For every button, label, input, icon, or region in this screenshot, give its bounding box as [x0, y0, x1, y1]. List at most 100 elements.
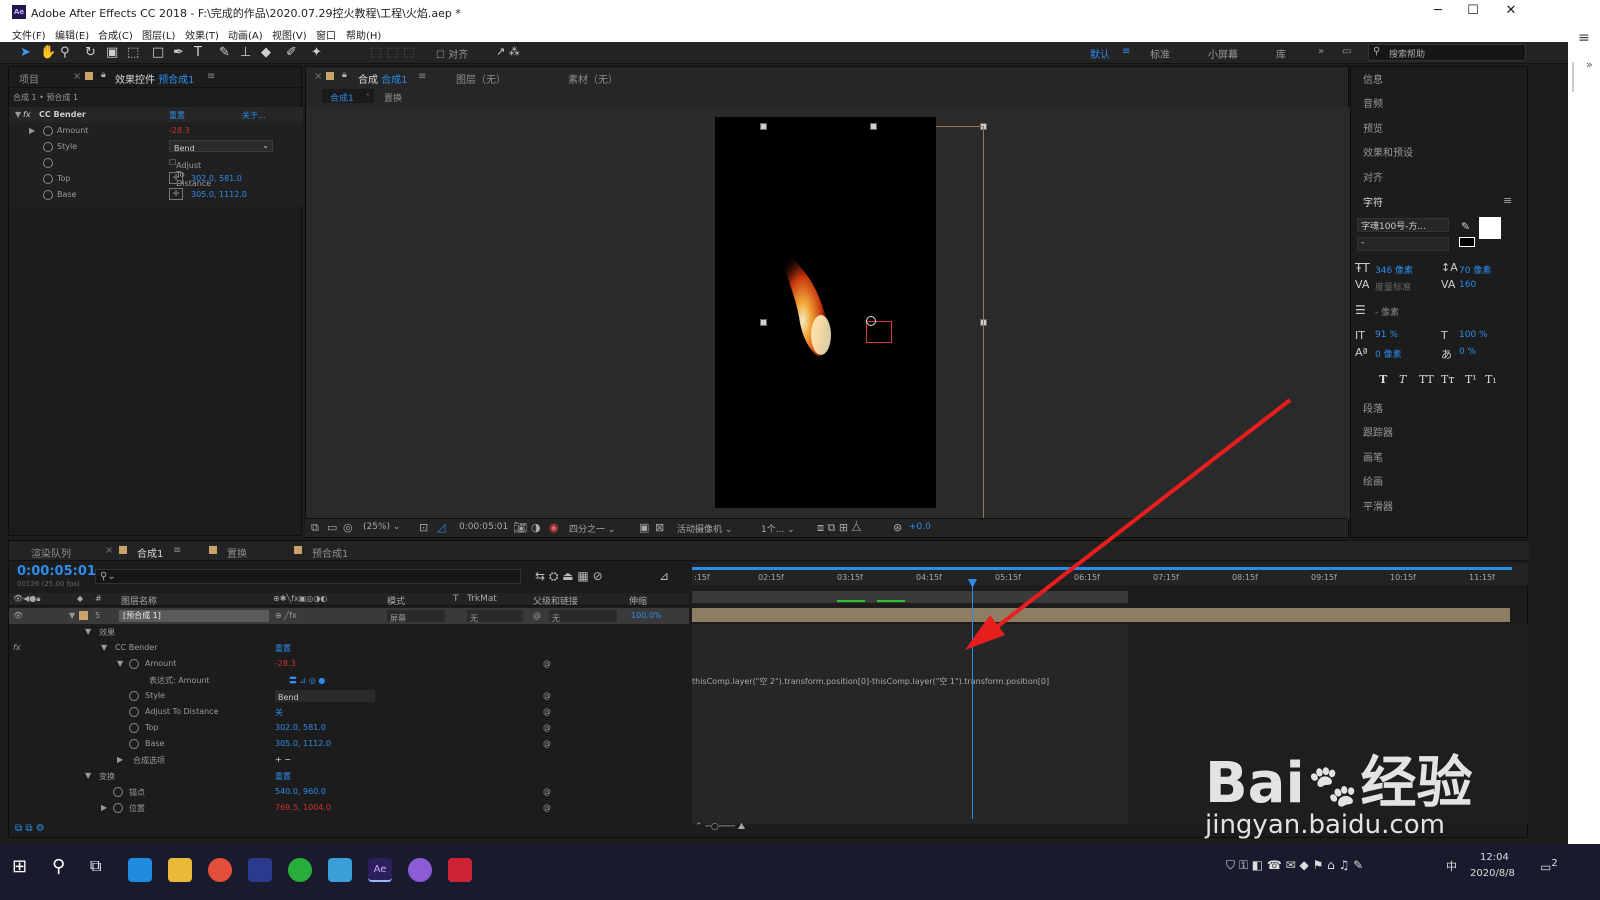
stopwatch-icon[interactable] [43, 142, 53, 152]
property-value-amount[interactable]: -28.3 [169, 126, 190, 135]
app-icon[interactable] [248, 858, 272, 882]
panel-brush[interactable]: 画笔 [1363, 449, 1383, 464]
tab-replace[interactable]: 置换 [227, 545, 247, 560]
panel-paragraph[interactable]: 段落 [1363, 400, 1383, 415]
property-value-top[interactable]: 302.0, 581.0 [191, 174, 242, 183]
layer-search-input[interactable]: ⚲⌄ [95, 569, 521, 584]
crosshair-icon[interactable]: ✛ [169, 188, 183, 200]
composition-canvas[interactable] [715, 117, 936, 508]
region-icon[interactable]: ◿ [437, 521, 445, 534]
panel-preview[interactable]: 预览 [1363, 120, 1383, 135]
tab-close-icon[interactable]: × [73, 71, 81, 82]
expand-arrow-icon[interactable]: ▶ [29, 126, 35, 135]
timeline-bottom-icons[interactable]: ⧉ ⧉ ⚙ [15, 823, 45, 834]
menu-window[interactable]: 窗口 [316, 27, 336, 42]
menu-edit[interactable]: 编辑(E) [55, 27, 89, 42]
adjust-value[interactable]: 关 [275, 707, 283, 718]
menu-effect[interactable]: 效果(T) [185, 27, 219, 42]
expand-arrow-icon[interactable]: ▼ [85, 771, 91, 780]
expand-arrow-icon[interactable]: ▶ [117, 755, 123, 764]
exposure-icon[interactable]: ⊛ [893, 521, 902, 534]
timeline-switches-icons[interactable]: ⇆ ⛭ ⏏ ▦ ⊘ [535, 569, 603, 584]
menu-composition[interactable]: 合成(C) [98, 27, 133, 42]
workspace-default[interactable]: 默认 [1090, 46, 1110, 61]
style-dropdown[interactable]: Bend [275, 690, 375, 702]
layer-name[interactable]: [预合成 1] [119, 610, 269, 622]
col-stretch[interactable]: 伸缩 [629, 594, 647, 607]
fit-icon[interactable]: ⊡ [419, 521, 428, 534]
view-options-icon[interactable]: ⧈ ⧉ ⊞ ⧊ [817, 521, 861, 535]
col-trkmat[interactable]: TrkMat [467, 594, 497, 604]
vertical-scale-value[interactable]: 91 % [1375, 330, 1398, 340]
anchor-value[interactable]: 540.0, 960.0 [275, 787, 326, 796]
panel-menu-icon[interactable]: ≡ [1503, 194, 1512, 207]
lock-icon[interactable]: 🔒︎ [342, 70, 347, 80]
clock-date[interactable]: 2020/8/8 [1470, 868, 1515, 879]
position-value[interactable]: 769.5, 1004.0 [275, 803, 331, 812]
pen-tool-icon[interactable]: ✒ [173, 45, 184, 60]
hamburger-icon[interactable]: ≡ [1578, 30, 1590, 46]
font-family-dropdown[interactable]: 字魂100号-方... [1357, 218, 1449, 232]
pickwhip-icon[interactable]: @ [543, 803, 551, 812]
menu-file[interactable]: 文件(F) [12, 27, 46, 42]
resolution-dropdown[interactable]: 四分之一 ⌄ [569, 522, 615, 535]
col-mode[interactable]: 模式 [387, 594, 405, 607]
menu-view[interactable]: 视图(V) [272, 27, 307, 42]
superscript-button[interactable]: T¹ [1465, 373, 1477, 386]
stopwatch-icon[interactable] [129, 707, 139, 717]
pickwhip-icon[interactable]: @ [543, 691, 551, 700]
preview-icon[interactable]: ⧉ [311, 521, 319, 535]
crosshair-icon[interactable]: ✛ [169, 172, 183, 184]
tab-layer[interactable]: 图层（无） [456, 71, 506, 86]
panel-info[interactable]: 信息 [1363, 71, 1383, 86]
selection-tool-icon[interactable]: ➤ [20, 45, 31, 60]
eyedropper-icon[interactable]: ✎ [1461, 220, 1470, 233]
parent-dropdown[interactable]: 无 [549, 610, 617, 623]
stopwatch-icon[interactable] [113, 803, 123, 813]
col-layer-name[interactable]: 图层名称 [121, 594, 157, 607]
reset-link[interactable]: 重置 [275, 643, 291, 654]
no-fill-swatch[interactable] [1459, 237, 1475, 247]
tab-effect-controls[interactable]: 效果控件 预合成1 [115, 71, 195, 86]
recorder-icon[interactable] [448, 858, 472, 882]
expand-arrow-icon[interactable]: ▼ [101, 643, 107, 652]
scrollbar[interactable] [1572, 62, 1574, 92]
expression-controls-icons[interactable]: 〓 ⊿ ◎ ● [289, 675, 325, 686]
visibility-icon[interactable]: 👁︎ [13, 611, 23, 620]
pickwhip-icon[interactable]: @ [543, 787, 551, 796]
panel-align[interactable]: 对齐 [1363, 169, 1383, 184]
menu-animation[interactable]: 动画(A) [228, 27, 263, 42]
chrome-icon[interactable] [208, 858, 232, 882]
panel-audio[interactable]: 音频 [1363, 95, 1383, 110]
reset-link[interactable]: 重置 [275, 771, 291, 782]
tab-composition[interactable]: 合成 合成1 [358, 71, 408, 86]
expand-arrow-icon[interactable]: ▼ [15, 110, 21, 119]
menu-layer[interactable]: 图层(L) [142, 27, 175, 42]
panel-character[interactable]: 字符 [1363, 194, 1383, 209]
mask-icon[interactable]: ◎ [343, 521, 353, 534]
pickwhip-icon[interactable]: @ [543, 659, 551, 668]
rotate-tool-icon[interactable]: ↻ [85, 45, 96, 60]
small-caps-button[interactable]: Tт [1441, 373, 1454, 386]
transform-handle[interactable] [760, 319, 767, 326]
pickwhip-icon[interactable]: @ [543, 723, 551, 732]
fill-color-swatch[interactable] [1479, 217, 1501, 239]
expand-arrow-icon[interactable]: ▼ [117, 659, 123, 668]
fx-icon[interactable]: fx [13, 643, 21, 652]
tracking-value[interactable]: 160 [1459, 280, 1476, 290]
stopwatch-icon[interactable] [113, 787, 123, 797]
rectangle-tool-icon[interactable]: □ [152, 45, 164, 60]
pickwhip-icon[interactable]: @ [533, 611, 541, 620]
adjust-checkbox[interactable]: ☐ Adjust To Distance [169, 158, 211, 188]
expand-arrow-icon[interactable]: ▼ [69, 611, 75, 620]
keyboard-icon[interactable]: ▭ [1342, 46, 1351, 57]
maximize-button[interactable]: ☐ [1453, 3, 1493, 21]
clone-tool-icon[interactable]: ⊥ [240, 45, 251, 60]
tab-close-icon[interactable]: × [105, 545, 113, 556]
pan-tool-icon[interactable]: ⬚ [127, 45, 139, 60]
panel-menu-icon[interactable]: ≡ [418, 71, 426, 82]
chevron-icon[interactable]: » [1586, 58, 1593, 71]
type-tool-icon[interactable]: T [194, 45, 202, 60]
zoom-tool-icon[interactable]: ⚲ [60, 45, 70, 60]
expand-arrow-icon[interactable]: ▶ [101, 803, 107, 812]
